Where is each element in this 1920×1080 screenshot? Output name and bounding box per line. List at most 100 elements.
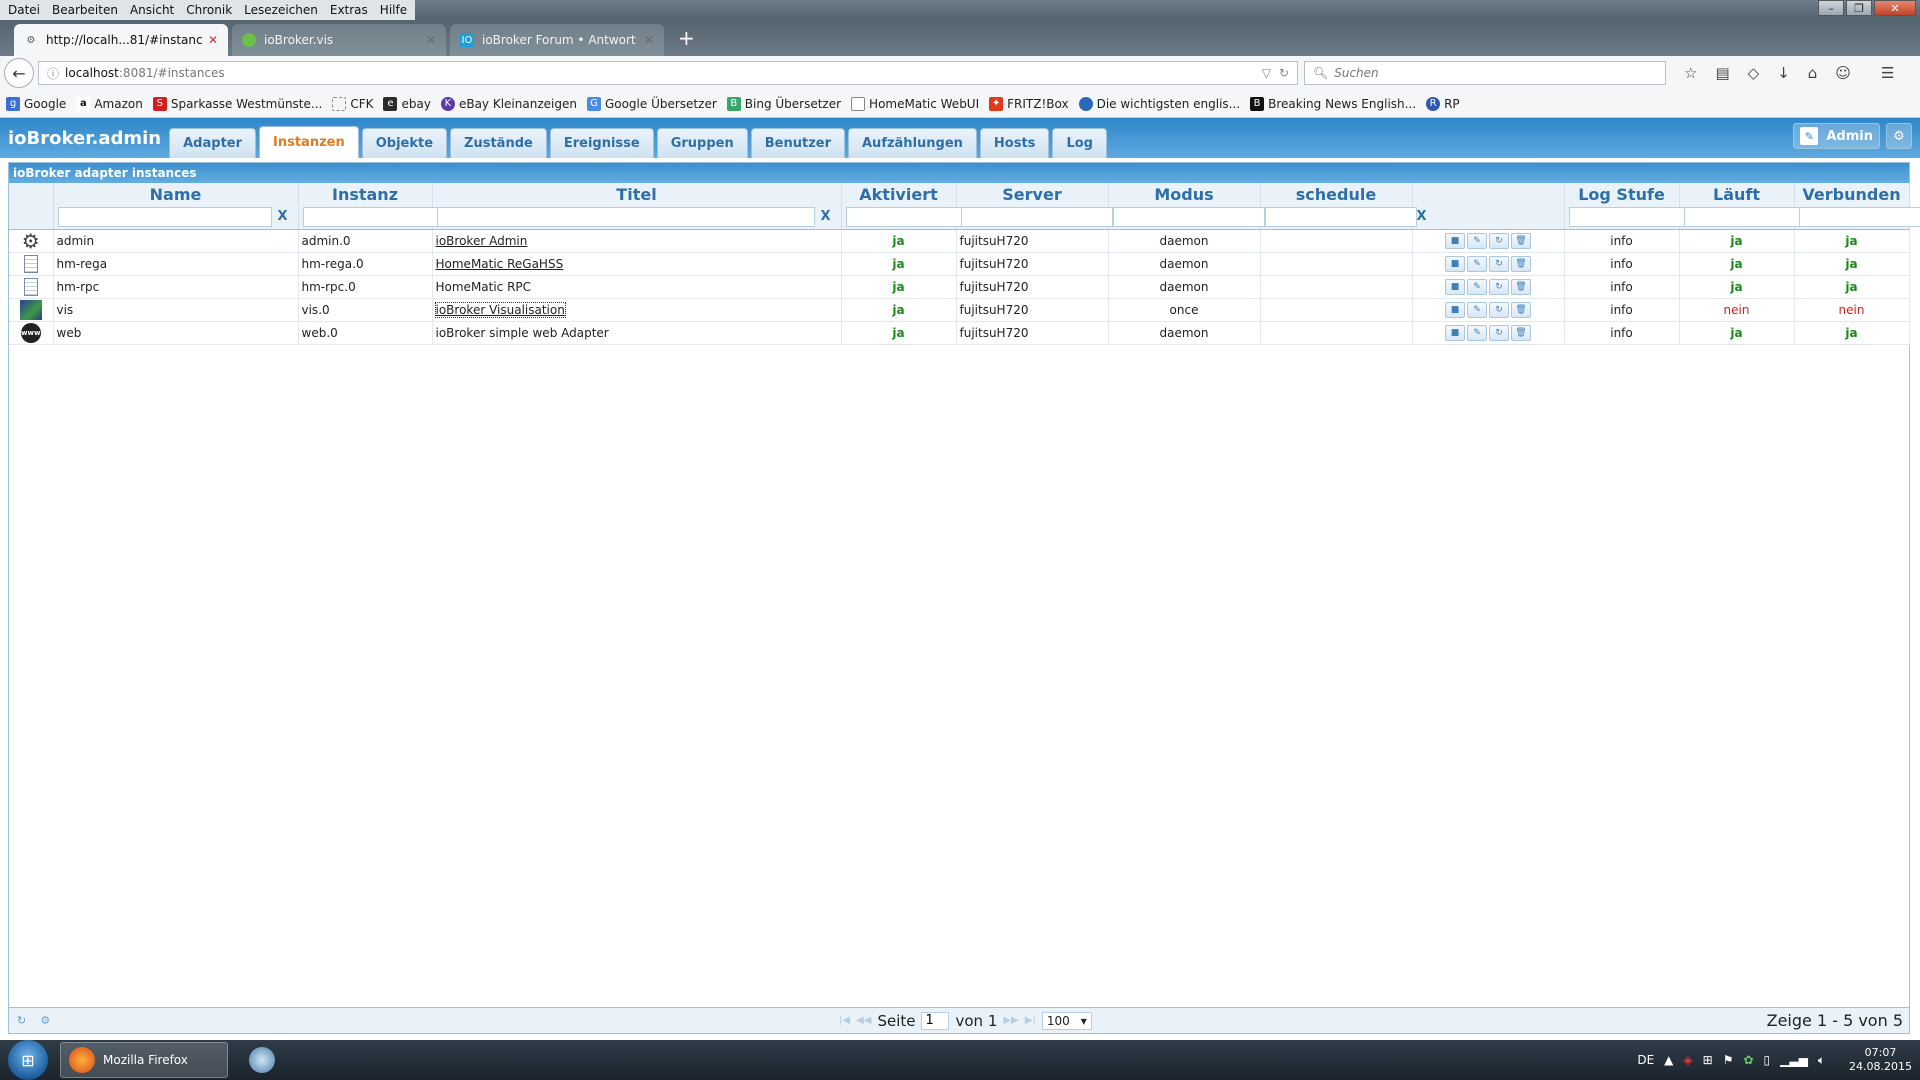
search-input[interactable]: 🔍︎ Suchen xyxy=(1304,61,1666,85)
cell-loglevel[interactable]: info xyxy=(1564,229,1680,253)
signal-icon[interactable]: ▁▃▅ xyxy=(1780,1053,1808,1067)
bookmark-google[interactable]: g Google xyxy=(6,96,66,111)
edit-icon[interactable]: ✎ xyxy=(1467,232,1487,249)
refresh-icon[interactable]: ↻ xyxy=(17,1014,26,1027)
star-icon[interactable]: ☆ xyxy=(1684,64,1697,82)
column-header-schedule[interactable]: schedule xyxy=(1260,183,1413,205)
edit-icon[interactable]: ✎ xyxy=(1467,255,1487,272)
menu-extras[interactable]: Extras xyxy=(324,3,374,17)
hamburger-menu-icon[interactable]: ☰ xyxy=(1881,64,1894,82)
table-row[interactable]: www web web.0 ioBroker simple web Adapte… xyxy=(9,321,1910,345)
window-close-button[interactable]: ✕ xyxy=(1874,0,1916,16)
settings-button[interactable]: ⚙ xyxy=(1886,123,1912,149)
back-button[interactable]: ← xyxy=(4,58,34,88)
column-header-name[interactable]: Name xyxy=(53,183,299,205)
bookmark-bing-uebersetzer[interactable]: B Bing Übersetzer xyxy=(726,96,841,111)
bookmark-englisch[interactable]: Die wichtigsten englis... xyxy=(1078,96,1240,111)
filter-clear-button[interactable]: X xyxy=(272,209,294,224)
cell-title-link[interactable]: HomeMatic ReGaHSS xyxy=(436,257,564,271)
browser-tab-vis[interactable]: ioBroker.vis ✕ xyxy=(232,24,446,56)
column-header-server[interactable]: Server xyxy=(956,183,1109,205)
cell-loglevel[interactable]: info xyxy=(1564,275,1680,299)
menu-bearbeiten[interactable]: Bearbeiten xyxy=(46,3,124,17)
restart-icon[interactable]: ↻ xyxy=(1489,255,1509,272)
filter-verbunden-input[interactable] xyxy=(1798,206,1920,227)
filter-instanz-input[interactable] xyxy=(302,206,455,227)
user-admin-button[interactable]: ✎ Admin xyxy=(1793,123,1880,149)
menu-datei[interactable]: Datei xyxy=(2,3,46,17)
filter-name-input[interactable] xyxy=(57,206,272,227)
clock[interactable]: 07:07 24.08.2015 xyxy=(1849,1046,1912,1074)
reload-icon[interactable]: ↻ xyxy=(1279,66,1289,80)
column-header-titel[interactable]: Titel xyxy=(432,183,842,205)
tab-log[interactable]: Log xyxy=(1052,128,1107,158)
bookmark-ebay[interactable]: e ebay xyxy=(383,96,431,111)
next-page-icon[interactable]: ▶▶ xyxy=(1003,1015,1018,1026)
cell-loglevel[interactable]: info xyxy=(1564,298,1680,322)
menu-hilfe[interactable]: Hilfe xyxy=(374,3,413,17)
close-icon[interactable]: ✕ xyxy=(426,33,436,47)
url-bar[interactable]: ⓘ localhost :8081/#instances ▽ ↻ xyxy=(38,61,1298,85)
page-input[interactable] xyxy=(921,1011,950,1030)
restart-icon[interactable]: ↻ xyxy=(1489,324,1509,341)
bookmark-ebay-kleinanzeigen[interactable]: KeBay Kleinanzeigen xyxy=(440,96,577,111)
dropdown-arrow-icon[interactable]: ▽ xyxy=(1262,66,1271,80)
cell-title-link[interactable]: ioBroker Admin xyxy=(436,234,528,248)
gear-icon[interactable]: ⚙ xyxy=(40,1014,50,1027)
cell-enabled[interactable]: ja xyxy=(841,298,957,322)
bookmark-cfk[interactable]: CFK xyxy=(332,96,373,111)
browser-tab-forum[interactable]: IO ioBroker Forum • Antwort ... ✕ xyxy=(450,24,664,56)
edit-icon[interactable]: ✎ xyxy=(1467,278,1487,295)
tab-objekte[interactable]: Objekte xyxy=(361,128,448,158)
prev-page-icon[interactable]: ◀◀ xyxy=(856,1015,871,1026)
start-button[interactable]: ⊞ xyxy=(8,1040,48,1080)
tab-gruppen[interactable]: Gruppen xyxy=(656,128,748,158)
delete-icon[interactable]: 🗑︎ xyxy=(1511,232,1531,249)
windows-icon[interactable]: ⊞ xyxy=(1703,1053,1713,1067)
menu-lesezeichen[interactable]: Lesezeichen xyxy=(238,3,324,17)
column-header-modus[interactable]: Modus xyxy=(1108,183,1261,205)
delete-icon[interactable]: 🗑︎ xyxy=(1511,301,1531,318)
tray-expand-icon[interactable]: ▲ xyxy=(1664,1053,1673,1067)
edit-icon[interactable]: ✎ xyxy=(1467,301,1487,318)
stop-icon[interactable]: ■ xyxy=(1445,324,1465,341)
tab-zustaende[interactable]: Zustände xyxy=(450,128,547,158)
filter-modus-input[interactable] xyxy=(1112,206,1265,227)
filter-schedule-input[interactable] xyxy=(1264,206,1417,227)
bookmarks-list-icon[interactable]: ▤ xyxy=(1715,64,1729,82)
menu-chronik[interactable]: Chronik xyxy=(180,3,238,17)
stop-icon[interactable]: ■ xyxy=(1445,255,1465,272)
tab-hosts[interactable]: Hosts xyxy=(979,128,1050,158)
home-icon[interactable]: ⌂ xyxy=(1808,64,1818,82)
stop-icon[interactable]: ■ xyxy=(1445,232,1465,249)
filter-server-input[interactable] xyxy=(960,206,1113,227)
tab-instanzen[interactable]: Instanzen xyxy=(259,126,359,158)
minimize-button[interactable]: – xyxy=(1818,0,1844,16)
battery-icon[interactable]: ▯ xyxy=(1764,1053,1771,1067)
column-header-aktiviert[interactable]: Aktiviert xyxy=(841,183,957,205)
cell-enabled[interactable]: ja xyxy=(841,252,957,276)
close-icon[interactable]: ✕ xyxy=(208,33,218,47)
delete-icon[interactable]: 🗑︎ xyxy=(1511,324,1531,341)
bookmark-amazon[interactable]: a Amazon xyxy=(76,96,143,111)
new-tab-button[interactable]: + xyxy=(678,26,695,50)
antivirus-icon[interactable]: ◈ xyxy=(1683,1053,1692,1067)
sync-icon[interactable]: ✿ xyxy=(1743,1053,1753,1067)
last-page-icon[interactable]: ▶| xyxy=(1025,1015,1036,1026)
stop-icon[interactable]: ■ xyxy=(1445,301,1465,318)
volume-icon[interactable]: 🔈︎ xyxy=(1818,1053,1825,1068)
filter-clear-button[interactable]: X xyxy=(815,209,837,224)
cell-enabled[interactable]: ja xyxy=(841,229,957,253)
table-row[interactable]: hm-rega hm-rega.0 HomeMatic ReGaHSS ja f… xyxy=(9,252,1910,276)
column-header-verbunden[interactable]: Verbunden xyxy=(1794,183,1910,205)
delete-icon[interactable]: 🗑︎ xyxy=(1511,255,1531,272)
restart-icon[interactable]: ↻ xyxy=(1489,232,1509,249)
column-header-instanz[interactable]: Instanz xyxy=(298,183,433,205)
tab-ereignisse[interactable]: Ereignisse xyxy=(549,128,654,158)
flag-icon[interactable]: ⚑ xyxy=(1723,1053,1734,1067)
table-row[interactable]: vis vis.0 ioBroker Visualisation ja fuji… xyxy=(9,298,1910,322)
edit-icon[interactable]: ✎ xyxy=(1467,324,1487,341)
bookmark-fritzbox[interactable]: ✦ FRITZ!Box xyxy=(989,96,1069,111)
taskbar-firefox[interactable]: Mozilla Firefox xyxy=(60,1042,228,1078)
bookmark-breaking-news[interactable]: B Breaking News English... xyxy=(1250,96,1416,111)
